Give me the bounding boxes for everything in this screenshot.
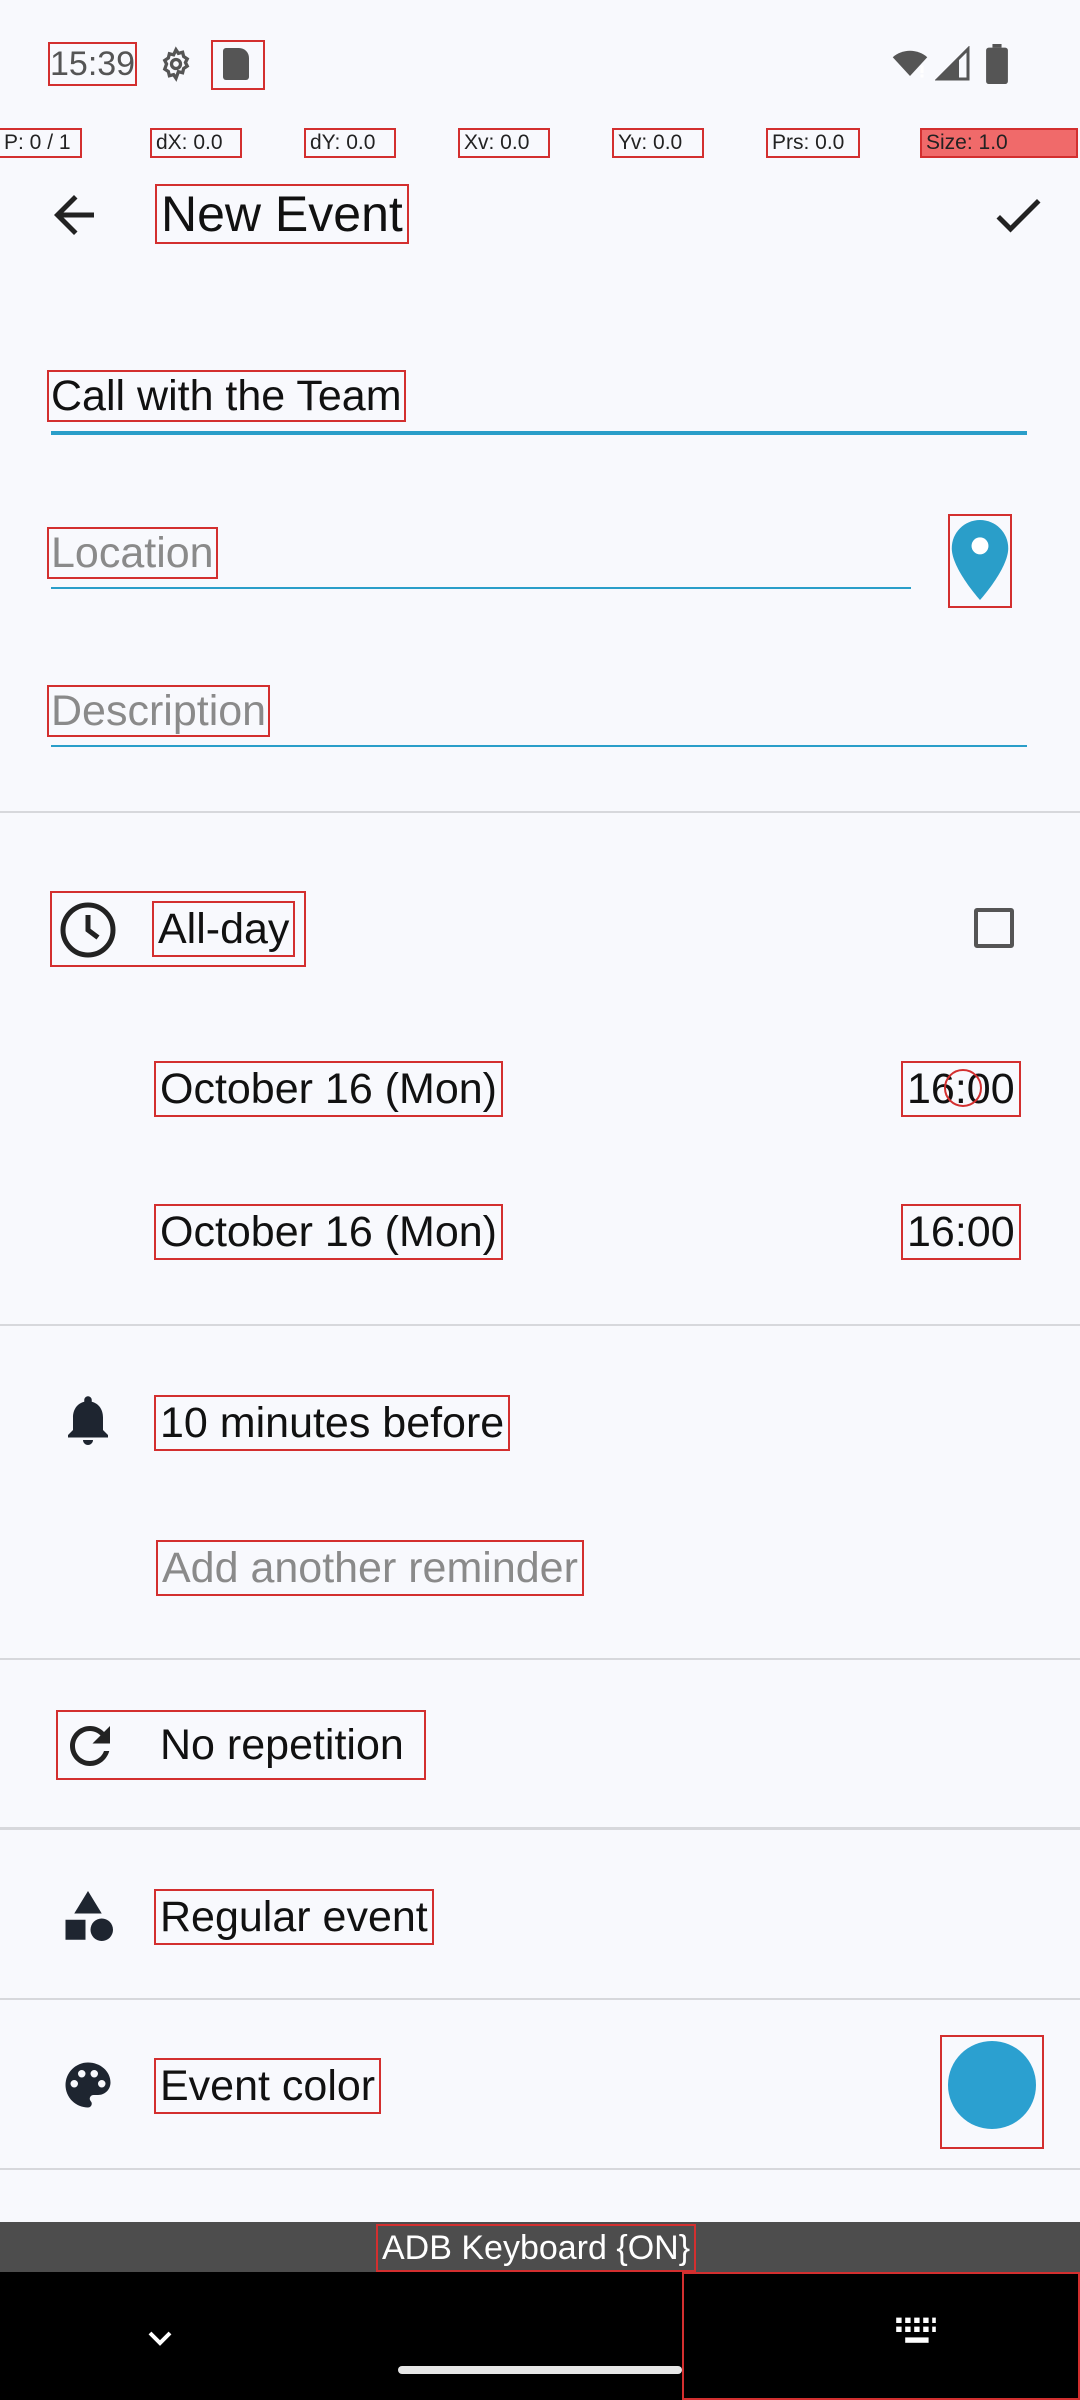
repetition-label: No repetition	[160, 1721, 404, 1769]
overlay-pointer: P: 0 / 1	[0, 128, 82, 158]
description-underline	[51, 745, 1027, 747]
all-day-label: All-day	[151, 901, 296, 957]
page-title: New Event	[155, 184, 409, 244]
keyboard-status-label: ADB Keyboard {ON}	[375, 2224, 697, 2272]
check-icon[interactable]	[988, 185, 1048, 245]
overlay-prs: Prs: 0.0	[766, 128, 860, 158]
divider	[0, 1827, 1080, 1830]
event-title-input[interactable]: Call with the Team	[47, 370, 406, 422]
touch-indicator	[944, 1069, 982, 1107]
settings-gear-icon	[162, 46, 190, 82]
color-swatch	[948, 2041, 1036, 2129]
chevron-down-icon[interactable]	[140, 2318, 180, 2358]
event-color-label: Event color	[153, 2058, 382, 2114]
palette-icon	[65, 2062, 111, 2108]
description-input[interactable]: Description	[46, 685, 271, 737]
event-type-selector[interactable]: Regular event	[154, 1889, 434, 1945]
title-underline	[51, 431, 1027, 435]
overlay-dx: dX: 0.0	[150, 128, 242, 158]
divider	[0, 1998, 1080, 2000]
wifi-icon	[892, 50, 928, 78]
all-day-checkbox[interactable]	[974, 908, 1014, 948]
cellular-signal-icon	[935, 46, 970, 81]
status-time: 15:39	[47, 42, 138, 86]
sd-card-icon	[211, 40, 265, 90]
arrow-back-icon[interactable]	[44, 185, 104, 245]
overlay-dy: dY: 0.0	[304, 128, 396, 158]
end-time[interactable]: 16:00	[901, 1204, 1021, 1260]
divider	[0, 1658, 1080, 1660]
location-underline	[51, 587, 911, 589]
clock-icon	[60, 902, 116, 958]
status-bar: 15:39	[0, 0, 1080, 130]
keyboard-icon	[896, 2317, 936, 2343]
start-date[interactable]: October 16 (Mon)	[154, 1061, 503, 1117]
repeat-icon	[70, 1726, 110, 1766]
divider	[0, 2168, 1080, 2170]
overlay-size: Size: 1.0	[920, 128, 1078, 158]
divider	[0, 811, 1080, 813]
event-color-picker[interactable]	[940, 2035, 1044, 2149]
location-input[interactable]: Location	[47, 527, 218, 579]
battery-icon	[986, 44, 1008, 84]
home-handle[interactable]	[398, 2366, 682, 2374]
end-date[interactable]: October 16 (Mon)	[154, 1204, 503, 1260]
reminder-item[interactable]: 10 minutes before	[153, 1395, 511, 1451]
keyboard-switch-button[interactable]	[682, 2272, 1080, 2400]
overlay-xv: Xv: 0.0	[458, 128, 550, 158]
pointer-location-overlay: P: 0 / 1 dX: 0.0 dY: 0.0 Xv: 0.0 Yv: 0.0…	[0, 128, 1080, 160]
bell-icon	[68, 1396, 108, 1445]
add-reminder-button[interactable]: Add another reminder	[156, 1540, 584, 1596]
map-pin-button[interactable]	[948, 514, 1012, 608]
overlay-yv: Yv: 0.0	[612, 128, 704, 158]
map-pin-icon	[951, 520, 1009, 600]
shapes-icon	[65, 1891, 113, 1941]
divider	[0, 1324, 1080, 1326]
